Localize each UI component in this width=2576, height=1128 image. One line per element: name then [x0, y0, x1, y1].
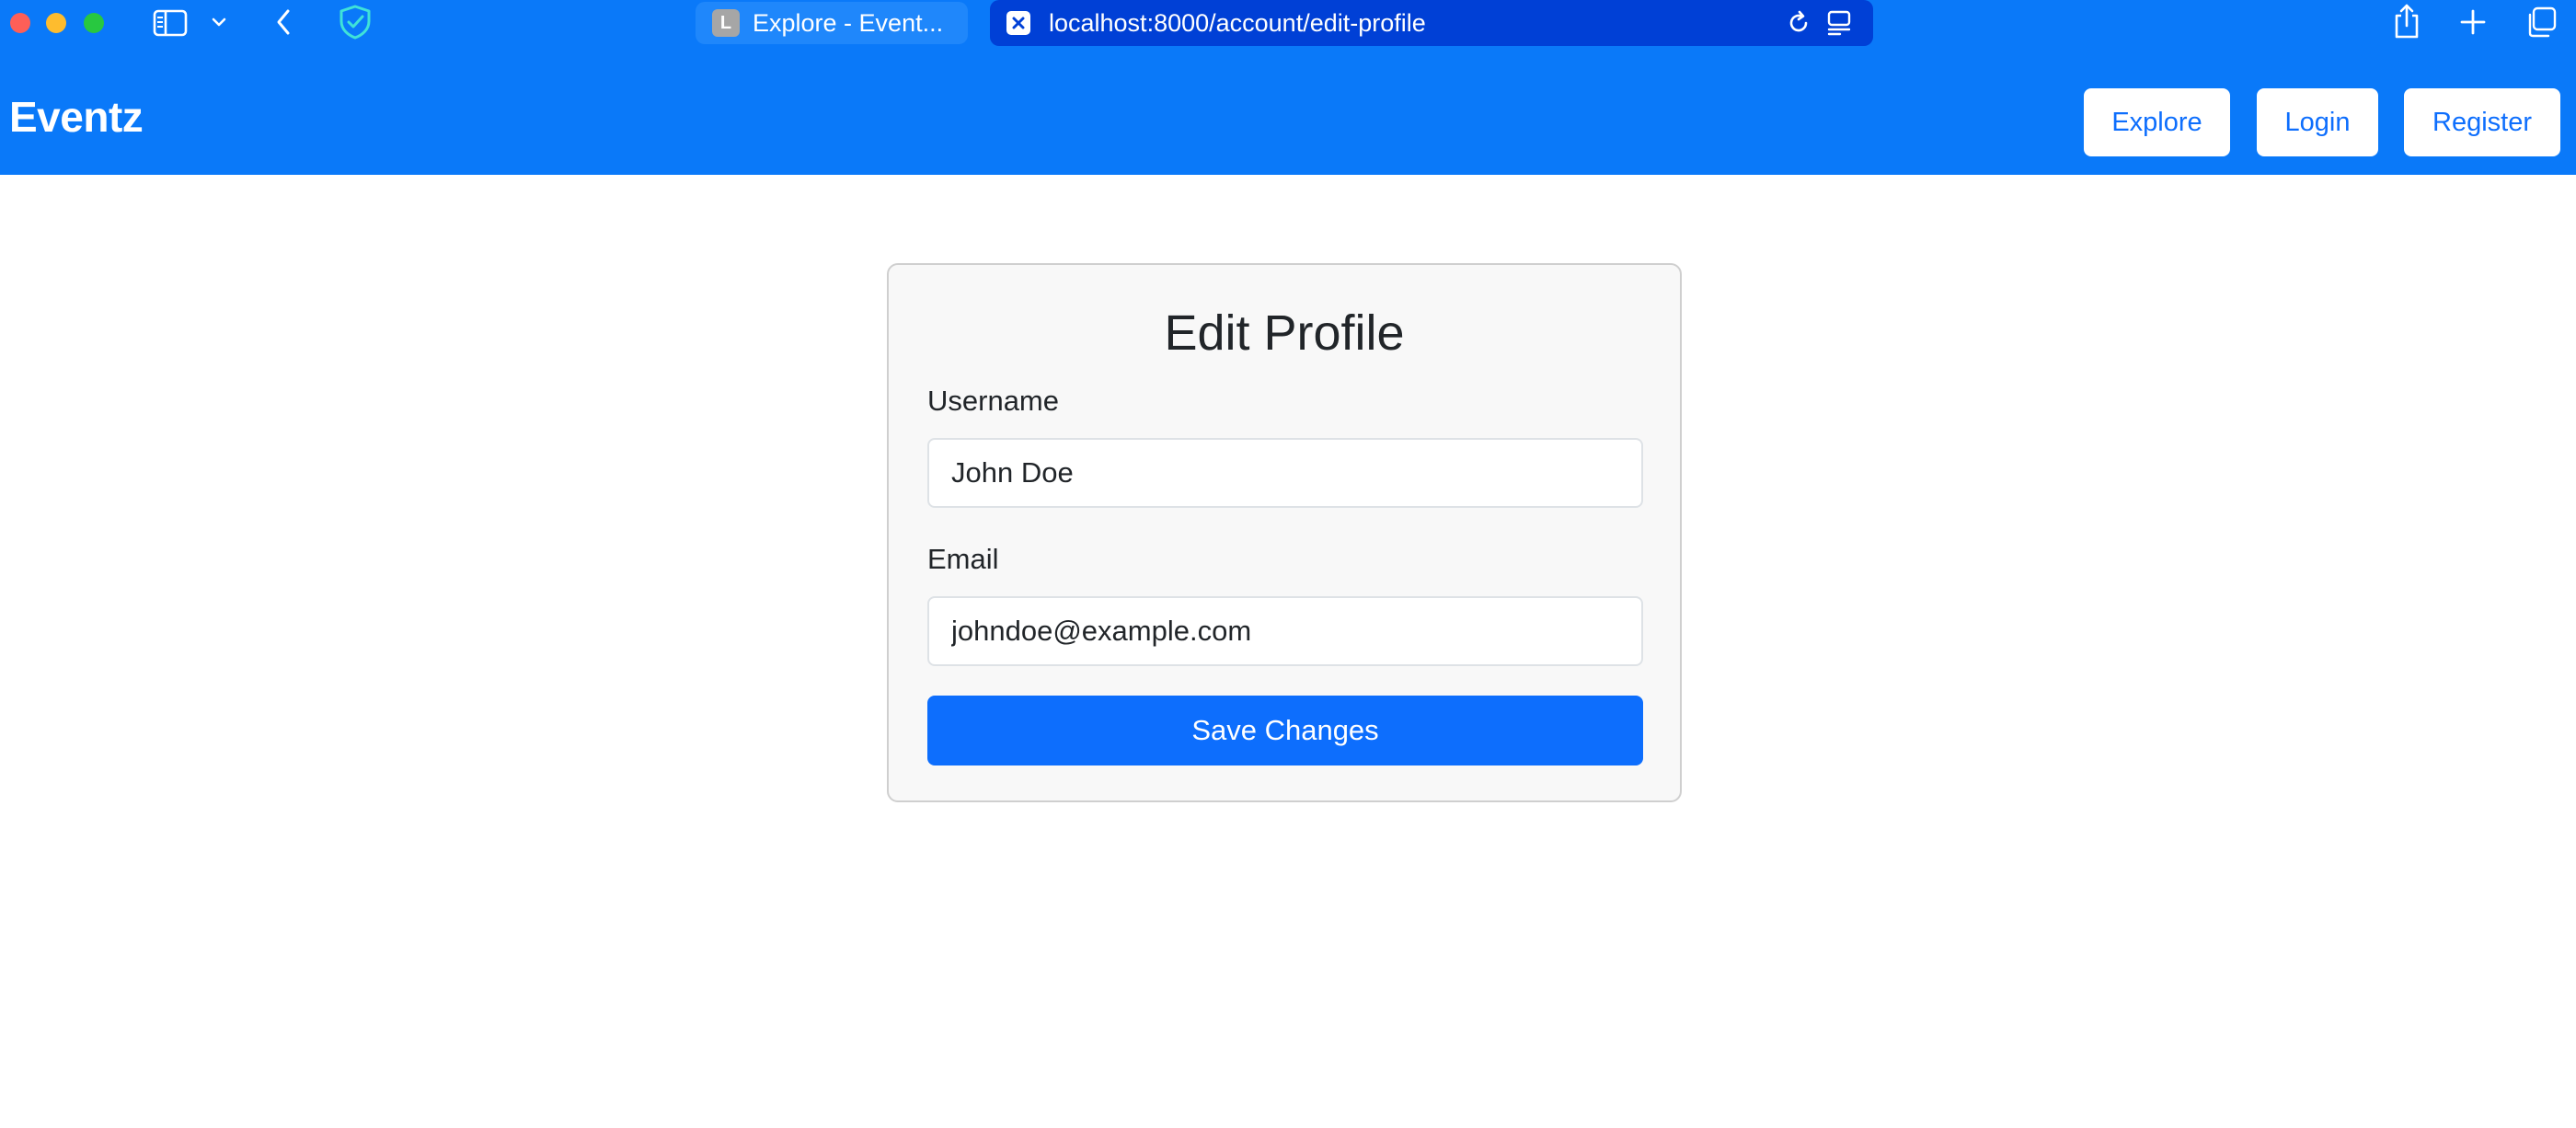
url-text[interactable]: localhost:8000/account/edit-profile [1049, 9, 1426, 38]
nav-login-button[interactable]: Login [2257, 88, 2378, 156]
username-label: Username [927, 385, 1059, 417]
chevron-down-icon[interactable] [210, 13, 228, 31]
reload-icon[interactable] [1785, 9, 1812, 37]
tab-explore[interactable]: L Explore - Event... [696, 2, 968, 44]
nav-register-button[interactable]: Register [2404, 88, 2560, 156]
address-bar[interactable]: localhost:8000/account/edit-profile [990, 0, 1873, 46]
close-tab-icon[interactable] [1006, 11, 1030, 35]
tabs-overview-icon[interactable] [2524, 6, 2558, 39]
page-title: Edit Profile [1164, 305, 1405, 361]
share-icon[interactable] [2392, 2, 2421, 40]
back-arrow-icon[interactable] [272, 7, 294, 37]
email-label: Email [927, 543, 999, 575]
zoom-window-button[interactable] [84, 13, 104, 33]
tab-title: Explore - Event... [753, 8, 944, 37]
tab-favicon: L [712, 9, 740, 37]
nav-explore-button[interactable]: Explore [2084, 88, 2230, 156]
close-window-button[interactable] [10, 13, 30, 33]
email-input[interactable] [927, 596, 1643, 666]
brand-logo[interactable]: Eventz [9, 96, 144, 138]
edit-profile-card: Edit Profile Username Email Save Changes [887, 263, 1682, 802]
browser-toolbar: L Explore - Event... localhost:8000/acco… [0, 0, 2576, 55]
site-navbar: Eventz Explore Login Register [0, 55, 2576, 175]
shield-check-icon[interactable] [337, 4, 374, 40]
reader-icon[interactable] [1825, 9, 1853, 37]
username-input[interactable] [927, 438, 1643, 508]
plus-icon[interactable] [2458, 7, 2488, 37]
sidebar-icon[interactable] [153, 7, 188, 39]
save-changes-button[interactable]: Save Changes [927, 696, 1643, 765]
minimize-window-button[interactable] [46, 13, 66, 33]
